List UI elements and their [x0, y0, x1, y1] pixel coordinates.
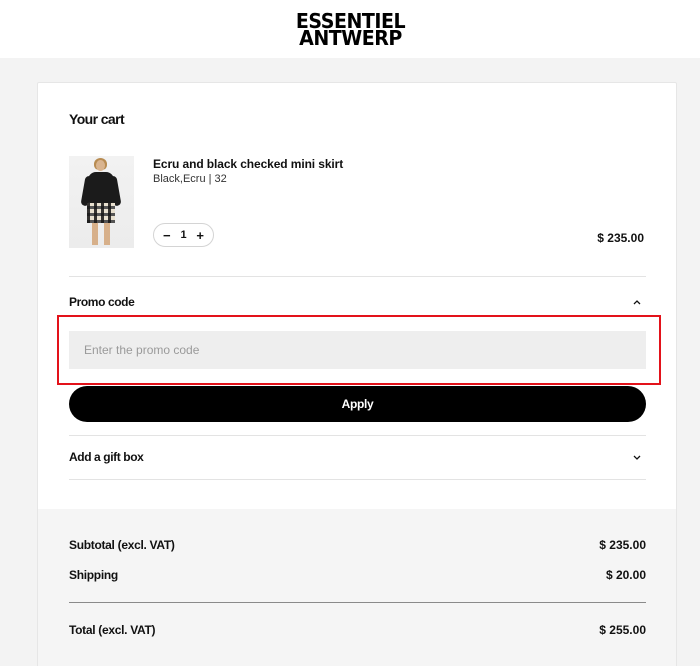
divider [69, 479, 646, 480]
quantity-stepper: − 1 + [153, 223, 214, 247]
quantity-value: 1 [180, 229, 187, 241]
product-variant: Black,Ecru | 32 [153, 173, 227, 185]
order-summary: Subtotal (excl. VAT) $ 235.00 Shipping $… [38, 509, 676, 666]
promo-code-input[interactable] [69, 331, 646, 369]
chevron-down-icon[interactable] [631, 451, 643, 463]
summary-divider [69, 602, 646, 603]
apply-button[interactable]: Apply [69, 386, 646, 422]
cart-panel: Your cart Ecru and black checked mini sk… [37, 82, 677, 666]
shipping-value: $ 20.00 [605, 568, 646, 582]
subtotal-value: $ 235.00 [599, 538, 646, 552]
product-image[interactable] [69, 156, 134, 248]
product-price: $ 235.00 [597, 231, 644, 245]
chevron-up-icon[interactable] [631, 296, 643, 308]
cart-title: Your cart [69, 111, 125, 127]
shipping-label: Shipping [69, 568, 118, 582]
brand-logo[interactable]: ESSENTIEL ANTWERP [295, 11, 405, 50]
total-value: $ 255.00 [599, 623, 646, 637]
divider [69, 276, 646, 277]
plus-icon[interactable]: + [196, 229, 204, 242]
product-name[interactable]: Ecru and black checked mini skirt [153, 157, 343, 171]
total-label: Total (excl. VAT) [69, 623, 156, 637]
site-header: ESSENTIEL ANTWERP [0, 0, 700, 58]
promo-code-toggle[interactable]: Promo code [69, 295, 135, 309]
gift-box-toggle[interactable]: Add a gift box [69, 450, 144, 464]
minus-icon[interactable]: − [163, 229, 171, 242]
divider [69, 435, 646, 436]
subtotal-label: Subtotal (excl. VAT) [69, 538, 175, 552]
logo-line-2: ANTWERP [298, 26, 402, 50]
